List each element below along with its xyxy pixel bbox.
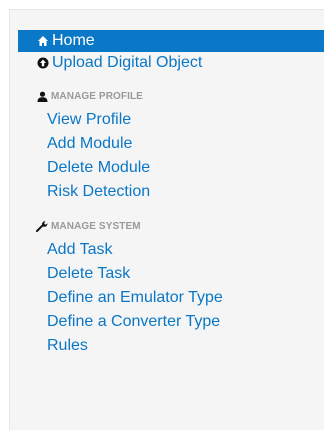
manage-profile-list: View Profile Add Module Delete Module Ri…	[18, 108, 324, 204]
manage-system-list: Add Task Delete Task Define an Emulator …	[18, 238, 324, 358]
link-delete-task[interactable]: Delete Task	[18, 262, 324, 286]
link-delete-module[interactable]: Delete Module	[18, 156, 324, 180]
nav-item-home-label: Home	[52, 32, 95, 49]
link-view-profile[interactable]: View Profile	[18, 108, 324, 132]
manage-profile-heading: MANAGE PROFILE	[51, 90, 143, 102]
link-risk-detection[interactable]: Risk Detection	[18, 180, 324, 204]
nav-item-upload[interactable]: Upload Digital Object	[18, 52, 324, 74]
link-define-converter-type[interactable]: Define a Converter Type	[18, 310, 324, 334]
user-icon	[36, 90, 48, 102]
nav-item-upload-label: Upload Digital Object	[52, 54, 203, 71]
manage-system-header: MANAGE SYSTEM	[18, 218, 324, 234]
manage-profile-header: MANAGE PROFILE	[18, 88, 324, 104]
sidebar-nav: Home Upload Digital Object MANAGE PROFIL…	[18, 30, 324, 358]
link-add-module[interactable]: Add Module	[18, 132, 324, 156]
upload-icon	[36, 56, 50, 70]
link-rules[interactable]: Rules	[18, 334, 324, 358]
manage-system-heading: MANAGE SYSTEM	[51, 220, 141, 232]
link-define-emulator-type[interactable]: Define an Emulator Type	[18, 286, 324, 310]
home-icon	[36, 34, 50, 48]
link-add-task[interactable]: Add Task	[18, 238, 324, 262]
wrench-icon	[36, 220, 48, 232]
page: Home Upload Digital Object MANAGE PROFIL…	[0, 0, 324, 430]
nav-item-home[interactable]: Home	[18, 30, 324, 52]
